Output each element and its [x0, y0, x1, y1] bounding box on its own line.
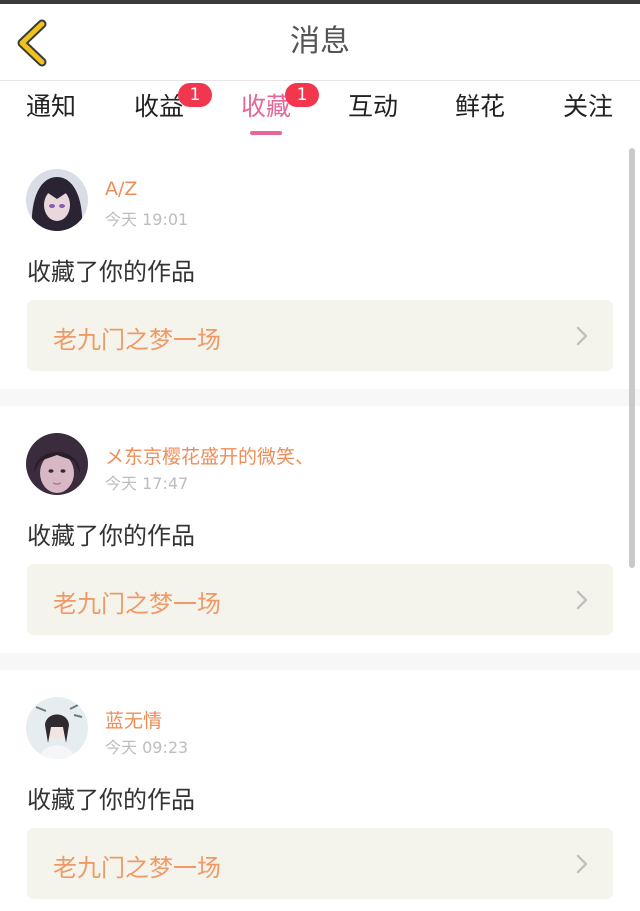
scrollbar[interactable]	[629, 148, 635, 568]
work-title: 老九门之梦一场	[53, 326, 221, 354]
tab-earnings[interactable]: 收益 1	[109, 83, 212, 123]
message-time: 今天 19:01	[105, 210, 189, 229]
active-tab-indicator	[250, 131, 282, 135]
tab-label: 关注	[562, 92, 613, 121]
tab-flowers[interactable]: 鲜花	[430, 91, 530, 123]
tab-notifications[interactable]: 通知	[1, 91, 101, 123]
tab-label: 互动	[347, 92, 398, 121]
avatar[interactable]	[26, 433, 88, 495]
tab-label: 鲜花	[454, 92, 505, 121]
work-link[interactable]: 老九门之梦一场	[27, 564, 613, 635]
message-time: 今天 17:47	[105, 474, 189, 493]
tab-label: 收藏	[240, 92, 291, 121]
message-time: 今天 09:23	[105, 738, 189, 757]
message-card: 蓝无情 今天 09:23 收藏了你的作品 老九门之梦一场	[0, 670, 640, 911]
sender-username[interactable]: 蓝无情	[105, 706, 162, 733]
avatar[interactable]	[26, 169, 88, 231]
message-list[interactable]: A/Z 今天 19:01 收藏了你的作品 老九门之梦一场 メ东京樱花盛开的微笑、…	[0, 142, 640, 911]
tab-follows[interactable]: 关注	[538, 91, 638, 123]
message-action-text: 收藏了你的作品	[27, 786, 195, 814]
tab-label: 收益	[133, 92, 184, 121]
tab-label: 通知	[25, 92, 76, 121]
tab-bar: 通知 收益 1 收藏 1 互动 鲜花 关注	[0, 81, 640, 141]
work-link[interactable]: 老九门之梦一场	[27, 828, 613, 899]
chevron-right-icon	[576, 854, 588, 874]
chevron-right-icon	[576, 326, 588, 346]
work-title: 老九门之梦一场	[53, 854, 221, 882]
app-header: 消息	[0, 4, 640, 81]
tab-interactions[interactable]: 互动	[323, 91, 423, 123]
work-link[interactable]: 老九门之梦一场	[27, 300, 613, 371]
message-card: メ东京樱花盛开的微笑、 今天 17:47 收藏了你的作品 老九门之梦一场	[0, 406, 640, 653]
avatar[interactable]	[26, 697, 88, 759]
tab-favorites[interactable]: 收藏 1	[216, 83, 319, 123]
message-card: A/Z 今天 19:01 收藏了你的作品 老九门之梦一场	[0, 142, 640, 389]
sender-username[interactable]: A/Z	[105, 178, 137, 200]
page-title: 消息	[290, 24, 350, 59]
chevron-right-icon	[576, 590, 588, 610]
message-action-text: 收藏了你的作品	[27, 258, 195, 286]
message-action-text: 收藏了你的作品	[27, 522, 195, 550]
earnings-badge: 1	[178, 83, 212, 107]
sender-username[interactable]: メ东京樱花盛开的微笑、	[105, 442, 314, 469]
work-title: 老九门之梦一场	[53, 590, 221, 618]
favorites-badge: 1	[285, 83, 319, 107]
